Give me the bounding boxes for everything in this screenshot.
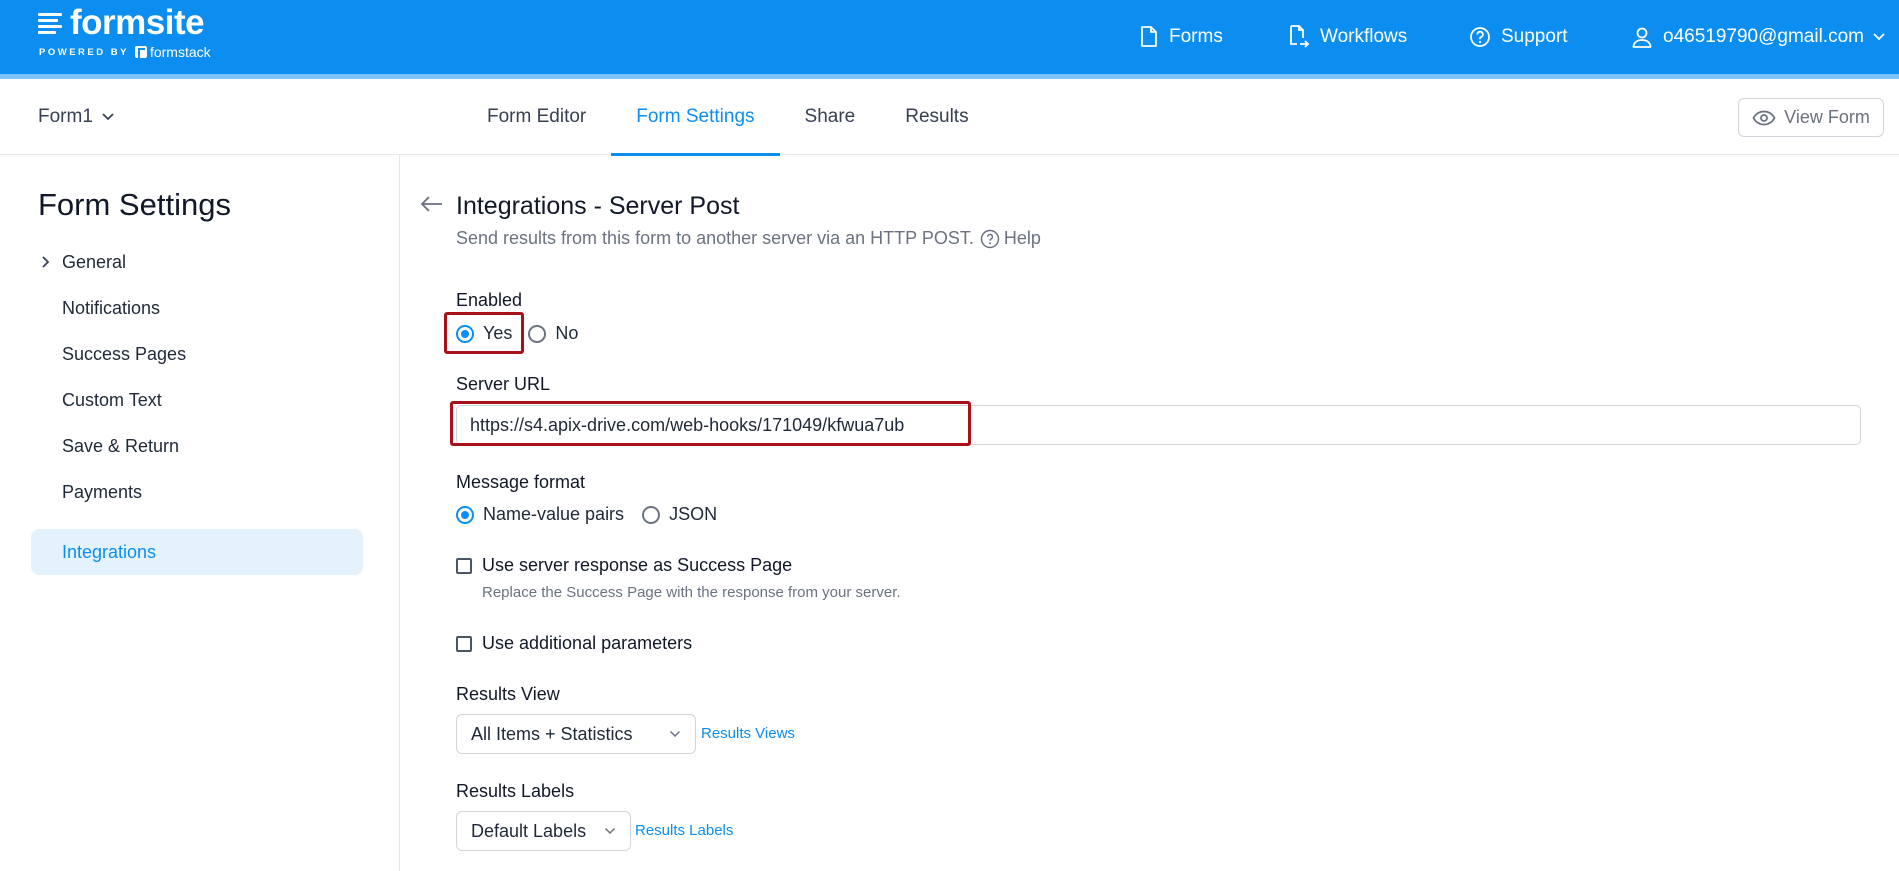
tab-form-settings[interactable]: Form Settings: [611, 79, 780, 156]
sidebar-item-label: Save & Return: [62, 435, 180, 456]
results-view-select[interactable]: All Items + Statistics: [456, 714, 696, 754]
nav-forms[interactable]: Forms: [1139, 0, 1223, 74]
use-server-response-row[interactable]: Use server response as Success Page: [456, 555, 792, 576]
page-description: Send results from this form to another s…: [456, 228, 1041, 249]
tab-share[interactable]: Share: [780, 79, 881, 155]
settings-sidebar: Form Settings General Notifications Succ…: [0, 155, 400, 871]
sidebar-item-label: Custom Text: [62, 389, 162, 410]
sidebar-item-integrations[interactable]: Integrations: [31, 529, 363, 575]
back-arrow-icon[interactable]: [420, 195, 444, 213]
format-json-option[interactable]: JSON: [642, 504, 717, 525]
results-labels-select[interactable]: Default Labels: [456, 811, 631, 851]
top-bar: formsite POWERED BY formstack Forms Work…: [0, 0, 1899, 74]
powered-by-text: POWERED BY: [39, 46, 129, 58]
use-server-response-checkbox[interactable]: [456, 557, 472, 574]
results-view-value: All Items + Statistics: [471, 723, 633, 744]
sidebar-item-label: Success Pages: [62, 343, 187, 364]
description-text: Send results from this form to another s…: [456, 228, 974, 248]
page-title: Integrations - Server Post: [456, 192, 740, 220]
formstack-text: formstack: [149, 44, 211, 60]
form-subheader: Form1 Form Editor Form Settings Share Re…: [0, 79, 1899, 156]
nav-forms-label: Forms: [1169, 26, 1223, 47]
chevron-down-icon: [604, 827, 616, 835]
chevron-down-icon: [669, 730, 681, 738]
nav-workflows[interactable]: Workflows: [1288, 0, 1407, 74]
message-format-radio-group: Name-value pairs JSON: [456, 504, 733, 525]
message-format-label: Message format: [456, 472, 586, 492]
form-tabs: Form Editor Form Settings Share Results: [462, 79, 994, 156]
logo-lines-icon: [38, 10, 64, 36]
format-json-label: JSON: [669, 504, 718, 524]
sidebar-item-label: Integrations: [62, 541, 157, 562]
user-menu[interactable]: o46519790@gmail.com: [1631, 0, 1886, 74]
sidebar-item-notifications[interactable]: Notifications: [31, 285, 363, 331]
user-email: o46519790@gmail.com: [1663, 26, 1864, 47]
form-selector[interactable]: Form1: [38, 79, 115, 155]
chevron-down-icon: [1873, 33, 1885, 41]
enabled-no-label: No: [555, 323, 579, 343]
question-circle-icon: [1470, 27, 1490, 47]
tab-results[interactable]: Results: [880, 79, 993, 155]
chevron-down-icon: [102, 113, 114, 121]
user-icon: [1632, 27, 1652, 48]
sidebar-title: Form Settings: [38, 187, 231, 222]
help-circle-icon[interactable]: [980, 229, 1000, 249]
form-name: Form1: [38, 106, 93, 127]
nav-workflows-label: Workflows: [1320, 26, 1408, 47]
help-link[interactable]: Help: [1004, 228, 1041, 249]
results-labels-link[interactable]: Results Labels: [635, 822, 733, 839]
results-labels-label: Results Labels: [456, 781, 575, 801]
main-content: Integrations - Server Post Send results …: [400, 155, 1899, 871]
format-json-radio[interactable]: [642, 505, 661, 524]
nav-support-label: Support: [1501, 26, 1568, 47]
yes-highlight-box: [444, 312, 524, 354]
view-form-label: View Form: [1784, 107, 1870, 127]
formsite-logo[interactable]: formsite POWERED BY formstack: [38, 3, 211, 60]
nav-support[interactable]: Support: [1469, 0, 1568, 74]
format-pairs-option[interactable]: Name-value pairs: [456, 504, 624, 525]
eye-icon: [1752, 110, 1776, 125]
format-pairs-radio[interactable]: [456, 505, 474, 524]
results-view-label: Results View: [456, 684, 560, 704]
sidebar-item-general[interactable]: General: [31, 239, 363, 285]
logo-text: formsite: [70, 3, 205, 42]
sidebar-item-save-return[interactable]: Save & Return: [31, 423, 363, 469]
format-pairs-label: Name-value pairs: [483, 504, 625, 524]
enabled-no-radio[interactable]: [528, 324, 547, 343]
sidebar-item-label: Payments: [62, 481, 143, 502]
results-labels-value: Default Labels: [471, 820, 587, 841]
chevron-right-icon: [42, 256, 50, 268]
formstack-icon: [134, 46, 147, 58]
sidebar-item-payments[interactable]: Payments: [31, 469, 363, 515]
sidebar-item-success-pages[interactable]: Success Pages: [31, 331, 363, 377]
use-additional-params-checkbox[interactable]: [456, 635, 472, 652]
document-icon: [1141, 26, 1157, 47]
use-additional-params-label: Use additional parameters: [482, 633, 693, 653]
enabled-label: Enabled: [456, 290, 523, 310]
sidebar-item-label: Notifications: [62, 297, 161, 318]
url-highlight-box: [450, 401, 971, 446]
enabled-no-option[interactable]: No: [528, 323, 578, 344]
sidebar-item-label: General: [62, 251, 127, 272]
logo-subtitle: POWERED BY formstack: [39, 44, 211, 60]
results-views-link[interactable]: Results Views: [701, 725, 795, 742]
sidebar-item-custom-text[interactable]: Custom Text: [31, 377, 363, 423]
use-additional-params-row[interactable]: Use additional parameters: [456, 633, 692, 654]
workflow-icon: [1290, 25, 1310, 48]
use-server-response-label: Use server response as Success Page: [482, 555, 793, 575]
view-form-button[interactable]: View Form: [1738, 98, 1884, 137]
server-url-label: Server URL: [456, 374, 551, 394]
tab-form-editor[interactable]: Form Editor: [462, 79, 611, 155]
use-server-response-help: Replace the Success Page with the respon…: [482, 584, 901, 601]
